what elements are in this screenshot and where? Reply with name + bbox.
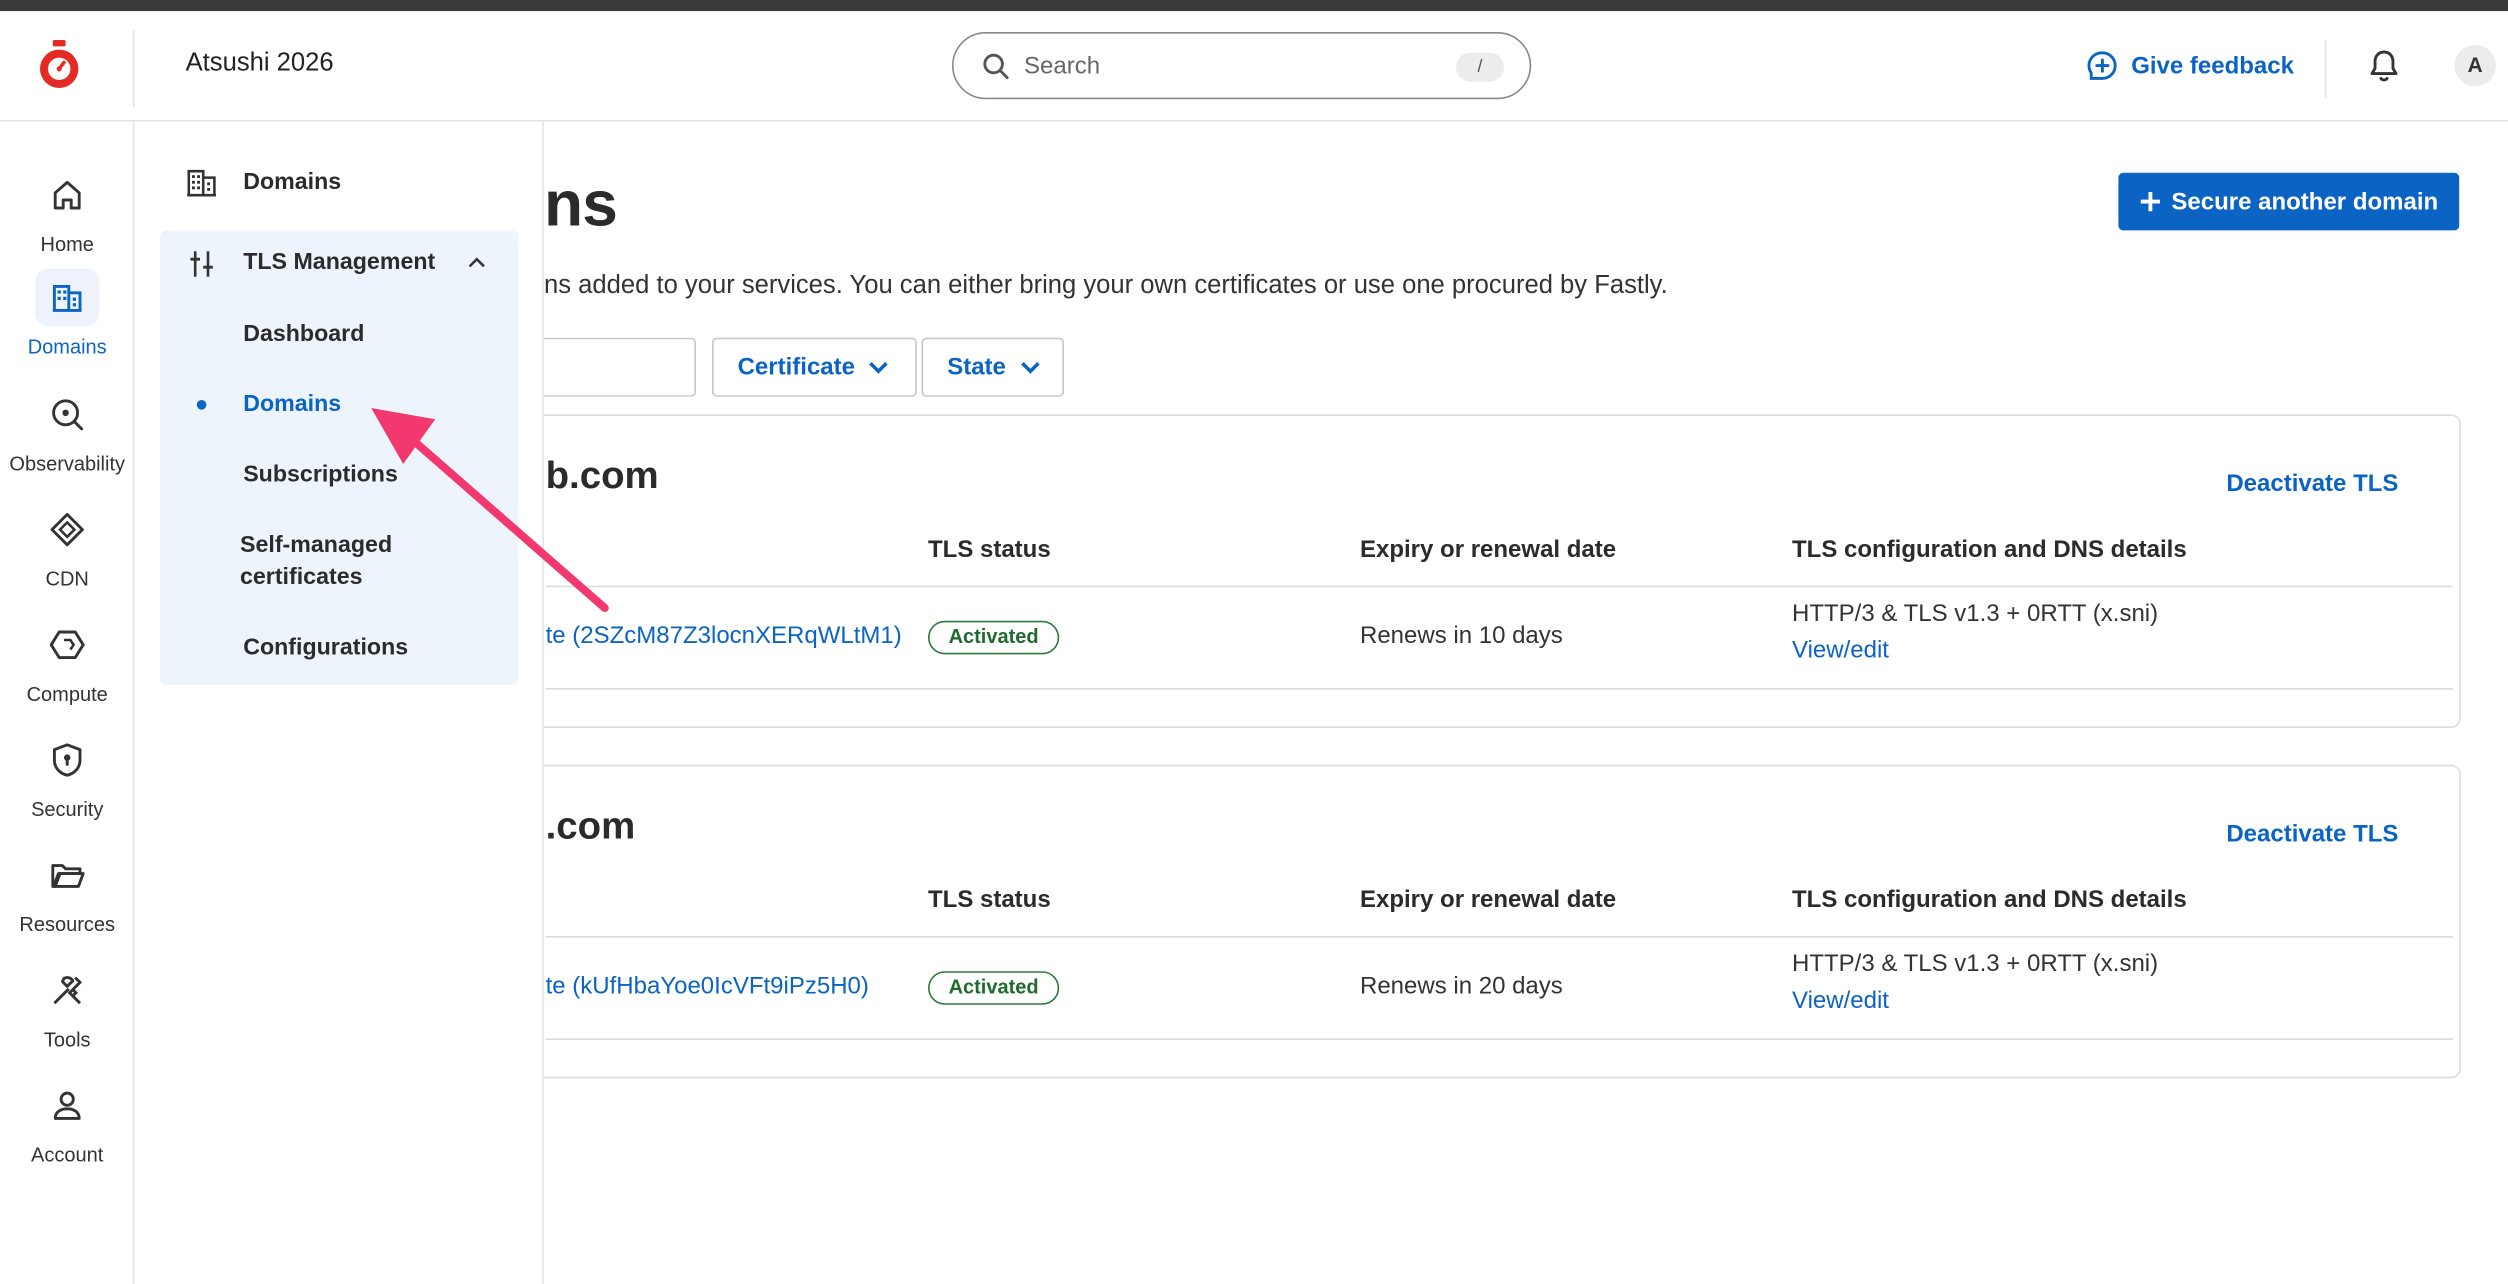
chevron-up-icon	[468, 257, 485, 268]
rail-item-tools[interactable]: Tools	[0, 962, 134, 1068]
tls-management-group: TLS Management Dashboard Domains Subscri…	[160, 230, 519, 685]
rail-label: CDN	[45, 568, 89, 591]
tls-config-text: HTTP/3 & TLS v1.3 + 0RTT (x.sni)	[1792, 600, 2159, 628]
table-divider	[545, 936, 2453, 938]
cdn-icon	[50, 512, 84, 547]
give-feedback-button[interactable]: Give feedback	[2086, 48, 2294, 83]
fastly-logo-icon[interactable]	[35, 40, 83, 91]
view-edit-link[interactable]: View/edit	[1792, 637, 1889, 664]
top-header: Atsushi 2026 Search / Give feedback A	[0, 11, 2508, 122]
security-icon	[52, 743, 82, 777]
window-top-strip	[0, 0, 2508, 12]
domain-name: b.com	[545, 454, 659, 498]
rail-label: Resources	[19, 913, 115, 936]
feedback-icon	[2087, 51, 2117, 80]
domain-card: .com Deactivate TLS TLS status Expiry or…	[512, 764, 2461, 1079]
rail-label: Domains	[27, 336, 107, 359]
give-feedback-label: Give feedback	[2131, 52, 2294, 80]
rail-label: Compute	[26, 683, 108, 706]
domains-icon	[52, 284, 82, 312]
chevron-down-icon	[1020, 361, 1040, 373]
deactivate-tls-link[interactable]: Deactivate TLS	[2226, 821, 2398, 848]
renewal-text: Renews in 10 days	[1360, 622, 1563, 650]
rail-label: Security	[31, 798, 104, 821]
rail-item-observability[interactable]: Observability	[0, 386, 134, 492]
col-header-tls-status: TLS status	[928, 536, 1051, 564]
filter-search-input[interactable]	[528, 337, 696, 397]
status-badge: Activated	[928, 620, 1060, 655]
search-shortcut-badge: /	[1456, 52, 1504, 82]
rail-label: Account	[31, 1144, 104, 1167]
account-icon	[53, 1091, 81, 1120]
page-description: ns added to your services. You can eithe…	[544, 272, 1668, 300]
observability-icon	[52, 399, 84, 431]
notifications-bell-icon[interactable]	[2366, 48, 2401, 83]
state-filter-dropdown[interactable]: State	[921, 337, 1064, 397]
flyout-sub-subscriptions[interactable]: Subscriptions	[243, 459, 398, 491]
flyout-item-label: Domains	[243, 169, 342, 196]
table-divider	[545, 1038, 2453, 1040]
rail-label: Home	[40, 233, 94, 256]
col-header-tls-status: TLS status	[928, 886, 1051, 914]
tls-config-text: HTTP/3 & TLS v1.3 + 0RTT (x.sni)	[1792, 950, 2159, 978]
rail-item-account[interactable]: Account	[0, 1077, 134, 1183]
search-placeholder: Search	[1024, 52, 1101, 80]
left-nav-rail: Home Domains Observability CDN Compute S…	[0, 121, 135, 1284]
rail-item-compute[interactable]: Compute	[0, 616, 134, 722]
certificate-filter-label: Certificate	[737, 353, 855, 381]
flyout-sub-domains[interactable]: Domains	[243, 389, 341, 421]
certificate-filter-dropdown[interactable]: Certificate	[712, 337, 917, 397]
certificate-link[interactable]: te (2SZcM87Z3locnXERqWLtM1)	[546, 622, 902, 649]
rail-item-security[interactable]: Security	[0, 731, 134, 837]
flyout-item-domains[interactable]: Domains	[160, 150, 518, 214]
certificate-link[interactable]: te (kUfHbaYoe0IcVFt9iPz5H0)	[546, 973, 869, 1000]
tls-management-label: TLS Management	[243, 249, 436, 276]
rail-item-home[interactable]: Home	[0, 166, 134, 272]
rail-label: Tools	[43, 1028, 91, 1052]
sliders-icon	[190, 251, 213, 277]
rail-item-cdn[interactable]: CDN	[0, 501, 134, 607]
home-icon	[53, 180, 81, 210]
tls-management-toggle[interactable]: TLS Management	[160, 230, 518, 297]
col-header-tls-config: TLS configuration and DNS details	[1792, 536, 2187, 564]
sub-label-line: Self-managed	[240, 532, 393, 559]
compute-icon	[49, 630, 85, 660]
renewal-text: Renews in 20 days	[1360, 972, 1563, 1000]
rail-item-domains[interactable]: Domains	[0, 268, 134, 375]
col-header-tls-config: TLS configuration and DNS details	[1792, 886, 2187, 914]
rail-item-resources[interactable]: Resources	[0, 846, 134, 952]
deactivate-tls-link[interactable]: Deactivate TLS	[2226, 470, 2398, 497]
chevron-down-icon	[869, 361, 889, 373]
table-divider	[545, 688, 2453, 690]
view-edit-link[interactable]: View/edit	[1792, 987, 1889, 1014]
page-title: ns	[544, 169, 618, 240]
secure-another-domain-button[interactable]: Secure another domain	[2118, 172, 2460, 231]
rail-label: Observability	[9, 452, 125, 476]
state-filter-label: State	[947, 353, 1006, 381]
status-badge: Activated	[928, 971, 1060, 1005]
col-header-expiry: Expiry or renewal date	[1360, 536, 1617, 564]
header-divider	[2324, 40, 2327, 98]
flyout-sub-dashboard[interactable]: Dashboard	[243, 318, 364, 350]
flyout-sub-self-managed-certificates[interactable]: Self-managed certificates	[240, 530, 392, 594]
secure-another-domain-label: Secure another domain	[2171, 188, 2439, 216]
user-avatar[interactable]: A	[2454, 44, 2496, 87]
domain-name: .com	[545, 804, 636, 848]
sub-label-line: certificates	[240, 564, 363, 591]
domain-card: b.com Deactivate TLS TLS status Expiry o…	[512, 414, 2461, 728]
main-content: ns ns added to your services. You can ei…	[512, 122, 2508, 1284]
folder-icon	[51, 864, 85, 888]
tools-icon	[53, 976, 83, 1005]
flyout-sub-configurations[interactable]: Configurations	[243, 632, 408, 664]
search-box[interactable]: Search /	[952, 32, 1532, 100]
search-icon	[983, 53, 1009, 80]
plus-icon	[2141, 192, 2161, 212]
active-indicator-dot	[196, 400, 207, 410]
org-name[interactable]: Atsushi 2026	[186, 50, 334, 79]
col-header-expiry: Expiry or renewal date	[1360, 886, 1617, 914]
header-divider	[132, 30, 135, 108]
building-icon	[187, 169, 217, 197]
table-divider	[545, 585, 2453, 588]
